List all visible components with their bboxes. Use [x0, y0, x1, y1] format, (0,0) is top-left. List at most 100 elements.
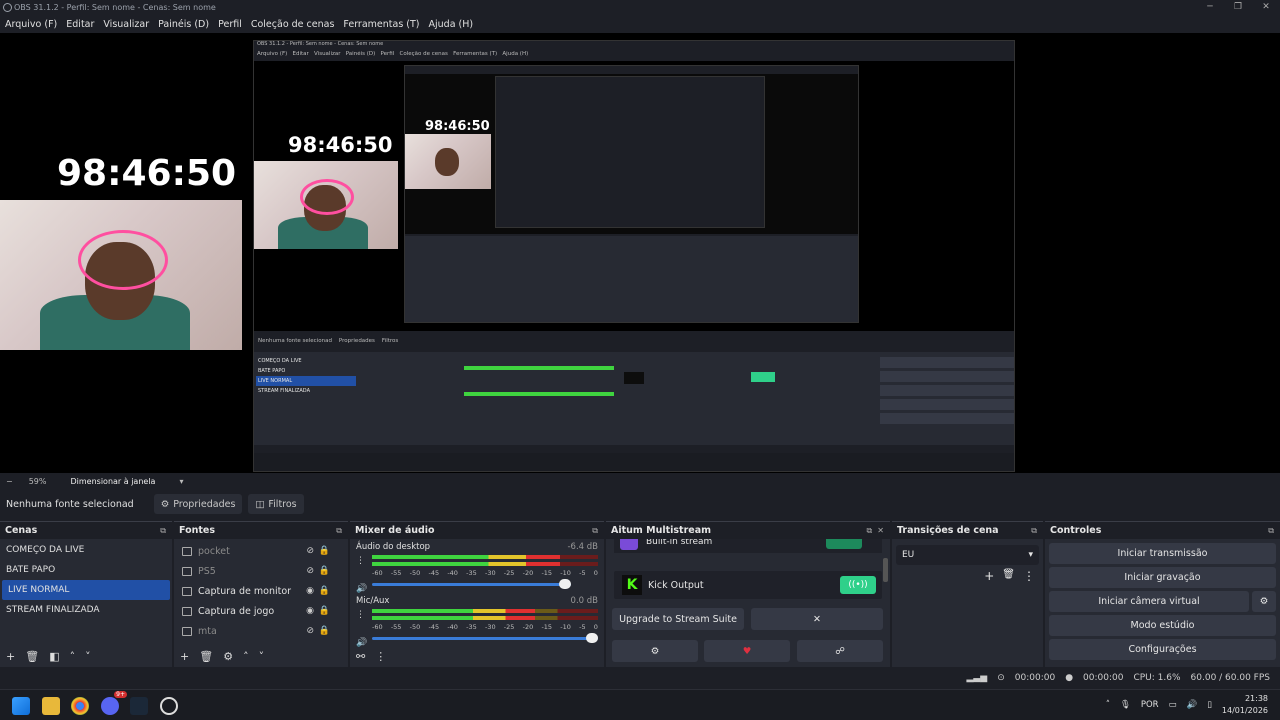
undock-icon[interactable]: ⧉ [592, 526, 598, 536]
gamepad-icon [182, 606, 192, 616]
eye-hidden-icon[interactable]: ⊘ [306, 566, 314, 576]
menu-arquivo[interactable]: Arquivo (F) [5, 19, 57, 30]
lock-icon[interactable]: 🔒 [319, 626, 330, 636]
chevron-down-icon[interactable]: ˅ [259, 650, 265, 663]
volume-slider[interactable] [372, 579, 598, 589]
menu-editar[interactable]: Editar [66, 19, 94, 30]
gear-icon[interactable]: ⚙ [612, 640, 698, 662]
windows-start-icon[interactable] [12, 697, 30, 715]
studio-mode-button[interactable]: Modo estúdio [1049, 615, 1276, 636]
dismiss-button[interactable]: ✕ [751, 608, 883, 630]
discord-icon[interactable]: ☍ [797, 640, 883, 662]
language-indicator[interactable]: POR [1141, 700, 1159, 710]
virtual-camera-settings-icon[interactable]: ⚙ [1252, 591, 1276, 612]
start-virtual-camera-button[interactable]: Iniciar câmera virtual [1049, 591, 1249, 612]
obs-app-icon[interactable] [160, 697, 178, 715]
add-icon[interactable]: + [984, 569, 994, 583]
channel-menu-icon[interactable]: ⋮ [356, 610, 365, 620]
start-recording-button[interactable]: Iniciar gravação [1049, 567, 1276, 588]
undock-icon[interactable]: ⧉ [1268, 526, 1274, 536]
lock-icon[interactable]: 🔒 [319, 586, 330, 596]
minimize-button[interactable]: ─ [1196, 0, 1224, 15]
menu-paineis[interactable]: Painéis (D) [158, 19, 209, 30]
microphone-icon[interactable]: 🎙 [1120, 700, 1131, 710]
scale-mode-select[interactable]: Dimensionar à janela [70, 477, 155, 486]
scrollbar[interactable] [883, 558, 888, 582]
lock-icon[interactable]: 🔒 [319, 606, 330, 616]
discord-app-icon[interactable]: 9+ [101, 691, 127, 715]
zoom-level[interactable]: 59% [29, 477, 47, 486]
source-item[interactable]: Captura de monitor ◉ 🔒 [174, 581, 340, 601]
scene-filters-icon[interactable]: ◧ [49, 650, 59, 663]
menu-ferramentas[interactable]: Ferramentas (T) [343, 19, 419, 30]
scenes-dock: Cenas ⧉ COMEÇO DA LIVE BATE PAPO LIVE NOR… [0, 521, 172, 667]
menu-visualizar[interactable]: Visualizar [103, 19, 149, 30]
chevron-down-icon[interactable]: ▾ [179, 477, 183, 486]
eye-hidden-icon[interactable]: ⊘ [306, 546, 314, 556]
undock-icon[interactable]: ⧉ [1031, 526, 1037, 536]
mixer-menu-icon[interactable]: ⋮ [375, 650, 386, 663]
lock-icon[interactable]: 🔒 [319, 546, 330, 556]
file-explorer-icon[interactable] [42, 697, 60, 715]
cpu-usage: CPU: 1.6% [1133, 673, 1181, 683]
source-item[interactable]: Captura de jogo ◉ 🔒 [174, 601, 340, 621]
menu-perfil[interactable]: Perfil [218, 19, 242, 30]
add-icon[interactable]: + [6, 650, 15, 663]
eye-icon[interactable]: ◉ [306, 586, 314, 596]
scene-item[interactable]: BATE PAPO [0, 560, 172, 580]
meter-ticks: -60 -55 -50 -45 -40 -35 -30 -25 -20 -15 -10 -5 0 [372, 569, 598, 577]
menu-icon[interactable]: ⋮ [1023, 569, 1035, 583]
eye-icon[interactable]: ◉ [306, 606, 314, 616]
volume-slider[interactable] [372, 633, 598, 643]
trash-icon[interactable]: 🗑 [1002, 569, 1015, 583]
trash-icon[interactable]: 🗑 [199, 650, 213, 663]
add-icon[interactable]: + [180, 650, 189, 663]
start-streaming-button[interactable]: Iniciar transmissão [1049, 543, 1276, 564]
transition-select[interactable]: EU ▾ [896, 545, 1039, 565]
scene-item[interactable]: COMEÇO DA LIVE [0, 540, 172, 560]
undock-icon[interactable]: ⧉ [336, 526, 342, 536]
gear-icon[interactable]: ⚙ [223, 650, 233, 663]
filters-button[interactable]: ◫ Filtros [248, 494, 304, 514]
controls-dock: Controles ⧉ Iniciar transmissão Iniciar g… [1045, 521, 1280, 667]
undock-close-icons[interactable]: ⧉ ✕ [866, 526, 884, 536]
speaker-icon[interactable]: 🔊 [356, 584, 367, 594]
chevron-down-icon[interactable]: ˅ [85, 650, 91, 663]
undock-icon[interactable]: ⧉ [160, 526, 166, 536]
trash-icon[interactable]: 🗑 [25, 650, 39, 663]
steam-icon[interactable] [130, 697, 148, 715]
volume-icon[interactable]: 🔊 [1187, 700, 1198, 710]
kick-live-toggle[interactable]: ((•)) [840, 576, 876, 594]
chevron-up-icon[interactable]: ˄ [1106, 700, 1110, 710]
menu-colecao-cenas[interactable]: Coleção de cenas [251, 19, 335, 30]
zoom-minus-icon[interactable]: − [6, 477, 13, 486]
chrome-icon[interactable] [71, 697, 89, 715]
settings-button[interactable]: Configurações [1049, 639, 1276, 660]
menu-ajuda[interactable]: Ajuda (H) [429, 19, 474, 30]
maximize-button[interactable]: ❐ [1224, 0, 1252, 15]
kick-output-row: K Kick Output ((•)) [614, 571, 882, 599]
channel-menu-icon[interactable]: ⋮ [356, 556, 365, 566]
chevron-up-icon[interactable]: ˄ [243, 650, 249, 663]
system-clock[interactable]: 21:38 14/01/2026 [1222, 693, 1268, 717]
scene-preview[interactable]: 98:46:50 OBS 31.1.2 - Perfil: Sem nome -… [0, 33, 1280, 473]
eye-hidden-icon[interactable]: ⊘ [306, 626, 314, 636]
source-item[interactable]: PS5 ⊘ 🔒 [174, 561, 340, 581]
mixer-settings-icon[interactable]: ⚯ [356, 650, 365, 663]
lock-icon[interactable]: 🔒 [319, 566, 330, 576]
chevron-up-icon[interactable]: ˄ [70, 650, 76, 663]
close-window-button[interactable]: ✕ [1252, 0, 1280, 15]
heart-icon[interactable]: ♥ [704, 640, 790, 662]
scene-item[interactable]: STREAM FINALIZADA [0, 600, 172, 620]
transitions-title: Transições de cena [897, 525, 999, 536]
source-toolbar: Nenhuma fonte selecionad ⚙ Propriedades … [0, 489, 1280, 519]
properties-button[interactable]: ⚙ Propriedades [153, 494, 243, 514]
source-item[interactable]: pocket ⊘ 🔒 [174, 541, 340, 561]
scene-item-selected[interactable]: LIVE NORMAL [2, 580, 170, 600]
builtin-live-toggle[interactable] [826, 539, 862, 549]
network-icon[interactable]: ▭ [1169, 700, 1177, 710]
preview-dockbar: − 59% Dimensionar à janela ▾ [0, 473, 1280, 489]
upgrade-stream-suite-button[interactable]: Upgrade to Stream Suite [612, 608, 744, 630]
battery-icon[interactable]: ▯ [1207, 700, 1212, 710]
source-item[interactable]: mta ⊘ 🔒 [174, 621, 340, 641]
